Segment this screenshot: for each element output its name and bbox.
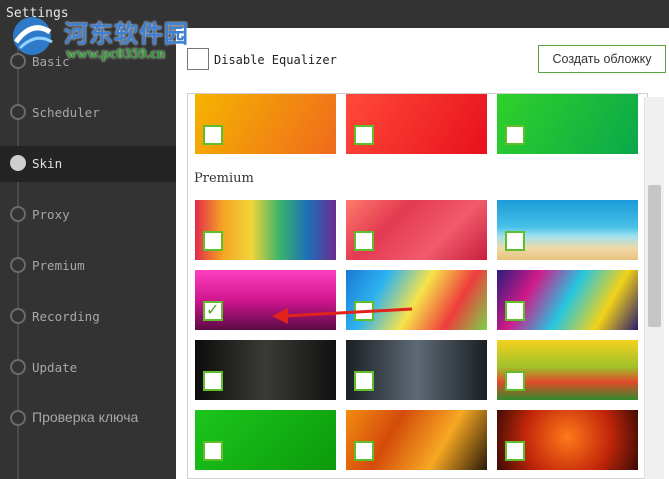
skin-checkbox[interactable]	[505, 301, 525, 321]
sidebar-item-update[interactable]: Update	[0, 350, 176, 386]
skin-checkbox[interactable]	[354, 125, 374, 145]
sidebar-item-label: Scheduler	[32, 105, 100, 120]
circle-icon	[10, 308, 26, 324]
circle-icon	[10, 359, 26, 375]
skin-dark-window[interactable]	[346, 340, 487, 400]
skin-pink-bridge[interactable]	[195, 270, 336, 330]
skin-checkbox[interactable]	[203, 371, 223, 391]
sidebar-item-basic[interactable]: Basic	[0, 44, 176, 80]
disable-equalizer-checkbox[interactable]	[187, 48, 209, 70]
skin-checkbox[interactable]	[505, 371, 525, 391]
skin-checkbox[interactable]	[354, 301, 374, 321]
sidebar-item-premium[interactable]: Premium	[0, 248, 176, 284]
circle-icon	[10, 257, 26, 273]
skin-checkbox[interactable]	[505, 231, 525, 251]
skin-red-gradient[interactable]	[346, 94, 487, 154]
sidebar-item-label: Skin	[32, 156, 63, 171]
sidebar-item-label: Update	[32, 360, 78, 375]
skin-dark-forest[interactable]	[195, 340, 336, 400]
sidebar-item-label: Проверка ключа	[32, 409, 139, 425]
scrollbar-thumb[interactable]	[648, 185, 661, 327]
create-cover-button[interactable]: Создать обложку	[538, 45, 666, 73]
skin-abstract-swirls[interactable]	[497, 270, 638, 330]
sidebar: Settings Basic Scheduler Skin Proxy Prem…	[0, 0, 176, 479]
disable-equalizer-label: Disable Equalizer	[214, 53, 337, 67]
skin-sunburst-rainbow[interactable]	[497, 340, 638, 400]
sidebar-item-scheduler[interactable]: Scheduler	[0, 95, 176, 131]
circle-icon	[10, 410, 26, 426]
section-label-premium: Premium	[194, 171, 254, 186]
skin-checkbox[interactable]	[505, 125, 525, 145]
skin-colorful-hexagons[interactable]	[195, 200, 336, 260]
circle-icon	[10, 53, 26, 69]
skin-list-scrollbar[interactable]	[644, 97, 664, 479]
circle-icon	[10, 104, 26, 120]
sidebar-item-skin[interactable]: Skin	[0, 146, 176, 182]
sidebar-item-label: Basic	[32, 54, 70, 69]
skin-halloween-orange[interactable]	[346, 410, 487, 470]
skin-checkbox[interactable]	[505, 441, 525, 461]
skin-checkbox[interactable]	[203, 441, 223, 461]
skin-green-gradient-2[interactable]	[195, 410, 336, 470]
sidebar-item-label: Recording	[32, 309, 100, 324]
skin-orange-gradient[interactable]	[195, 94, 336, 154]
skin-checkbox[interactable]	[354, 231, 374, 251]
sidebar-item-recording[interactable]: Recording	[0, 299, 176, 335]
sidebar-item-key-check[interactable]: Проверка ключа	[0, 401, 176, 437]
sidebar-item-label: Premium	[32, 258, 85, 273]
circle-icon	[10, 155, 26, 171]
circle-icon	[10, 206, 26, 222]
skin-halloween-pumpkins[interactable]	[497, 410, 638, 470]
skin-checkbox[interactable]	[203, 125, 223, 145]
window-title: Settings	[6, 6, 69, 21]
skin-green-gradient[interactable]	[497, 94, 638, 154]
skin-checkbox[interactable]	[354, 371, 374, 391]
skin-candy-rainbow[interactable]	[346, 270, 487, 330]
skin-settings-panel: Disable Equalizer Создать обложку Premiu…	[176, 28, 669, 479]
sidebar-item-proxy[interactable]: Proxy	[0, 197, 176, 233]
skin-checkbox[interactable]	[203, 231, 223, 251]
sidebar-item-label: Proxy	[32, 207, 70, 222]
skin-red-polygons[interactable]	[346, 200, 487, 260]
skin-beach[interactable]	[497, 200, 638, 260]
skin-grid: Premium	[187, 93, 648, 479]
skin-checkbox[interactable]	[203, 300, 223, 321]
skin-checkbox[interactable]	[354, 441, 374, 461]
